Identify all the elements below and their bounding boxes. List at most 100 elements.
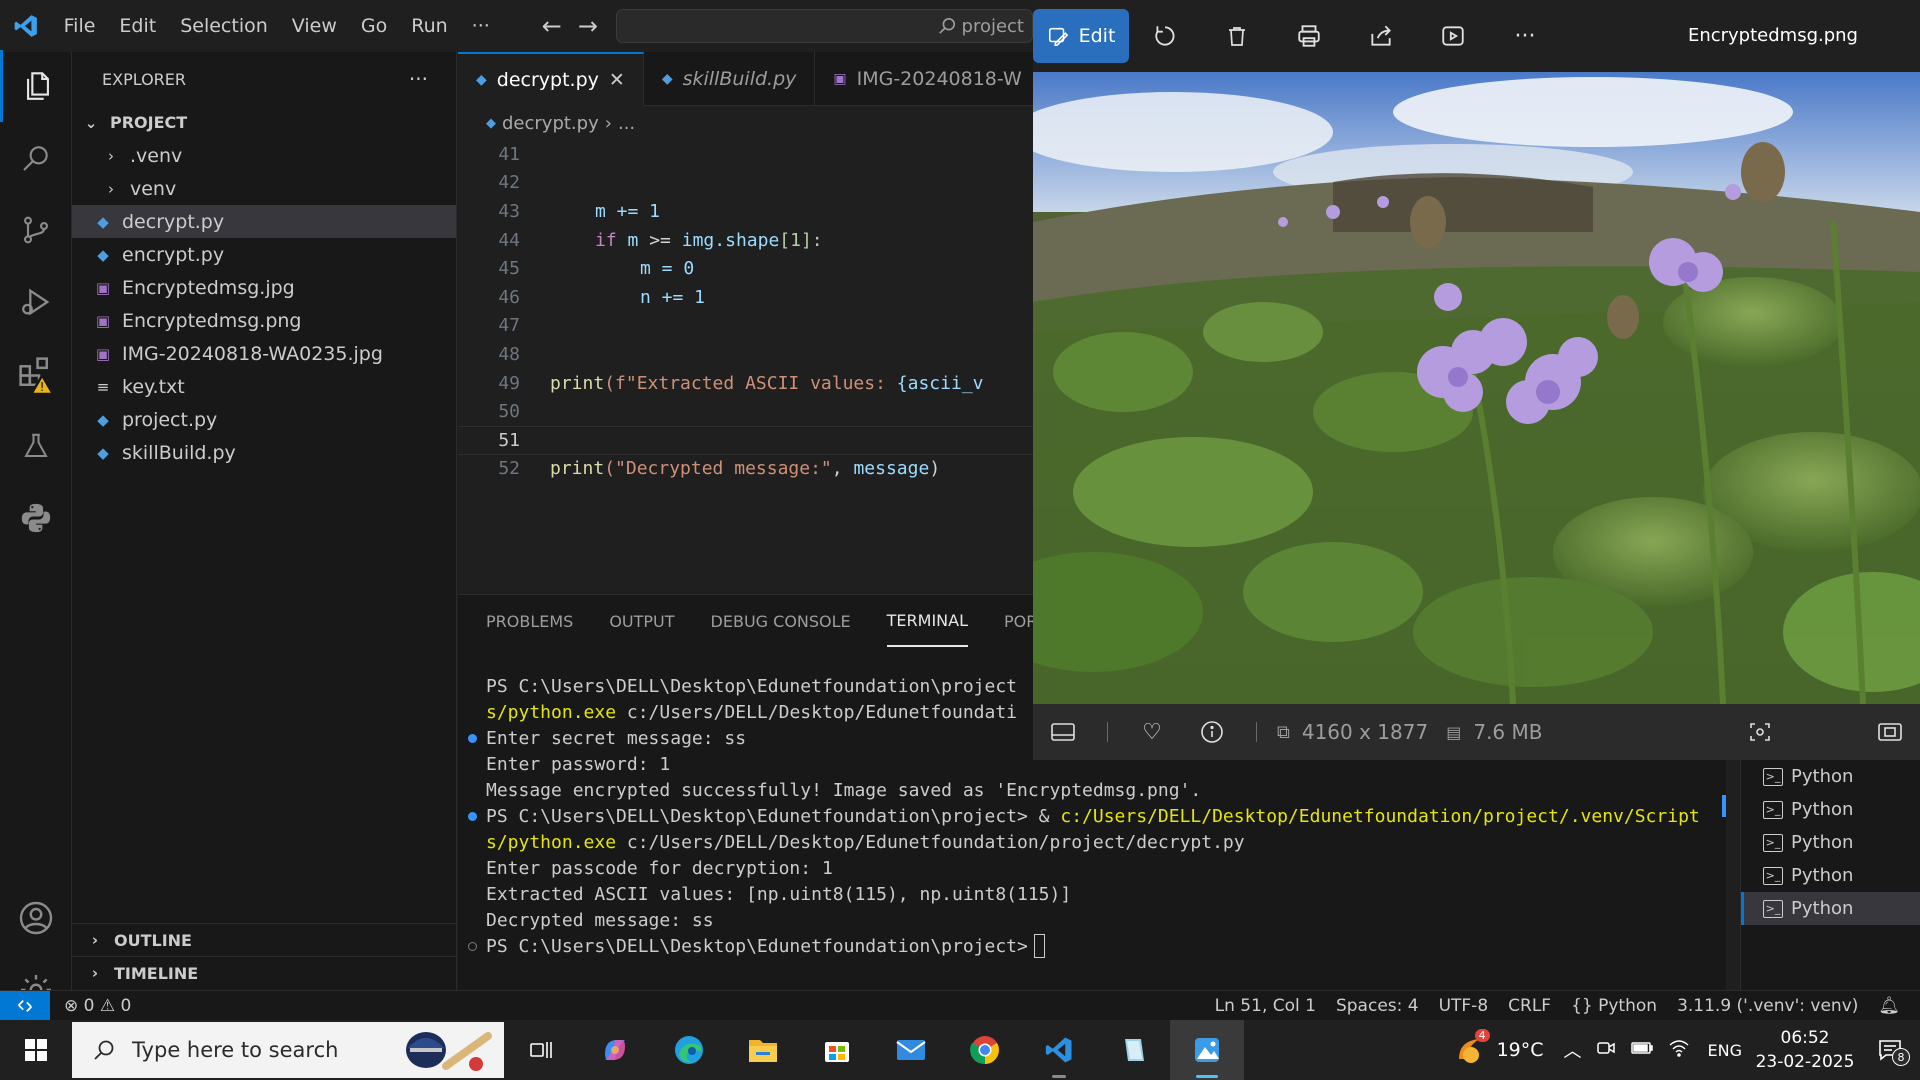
tree-item-key-txt[interactable]: ≡ key.txt bbox=[72, 370, 456, 403]
battery-icon[interactable] bbox=[1630, 1040, 1654, 1061]
start-button[interactable] bbox=[0, 1020, 72, 1080]
mail-app-icon[interactable] bbox=[874, 1020, 948, 1080]
image-dimensions: 4160 x 1877 bbox=[1301, 720, 1429, 744]
encoding[interactable]: UTF-8 bbox=[1429, 996, 1499, 1016]
rotate-icon[interactable] bbox=[1129, 9, 1201, 63]
menu-view[interactable]: View bbox=[280, 0, 349, 52]
terminal-instance[interactable]: >_ Python bbox=[1741, 859, 1920, 892]
more-options-icon[interactable]: ··· bbox=[1489, 9, 1561, 63]
tree-item-skillbuild-py[interactable]: ◆ skillBuild.py bbox=[72, 436, 456, 469]
clock[interactable]: 06:52 23-02-2025 bbox=[1750, 1026, 1860, 1074]
tree-item-decrypt-py[interactable]: ◆ decrypt.py bbox=[72, 205, 456, 238]
error-icon: ⊗ bbox=[64, 995, 79, 1016]
search-icon[interactable] bbox=[0, 122, 72, 194]
extensions-icon[interactable]: ! bbox=[0, 338, 72, 410]
tree-item-venv[interactable]: › venv bbox=[72, 172, 456, 205]
menu-more[interactable]: ··· bbox=[460, 0, 502, 52]
copilot-app-icon[interactable] bbox=[578, 1020, 652, 1080]
tab-terminal[interactable]: TERMINAL bbox=[886, 595, 969, 647]
python-icon[interactable] bbox=[0, 482, 72, 554]
favorite-heart-icon[interactable]: ♡ bbox=[1122, 720, 1182, 745]
command-center-search[interactable]: project bbox=[616, 9, 1033, 43]
run-debug-icon[interactable] bbox=[0, 266, 72, 338]
menu-run[interactable]: Run bbox=[399, 0, 459, 52]
timeline-section[interactable]: › TIMELINE bbox=[72, 956, 457, 989]
file-explorer-icon[interactable] bbox=[726, 1020, 800, 1080]
task-view-icon[interactable] bbox=[504, 1020, 578, 1080]
photo-image[interactable] bbox=[1033, 72, 1920, 704]
notifications-bell-icon[interactable]: 🔔︎ bbox=[1868, 996, 1920, 1016]
notepad-app-icon[interactable] bbox=[1096, 1020, 1170, 1080]
project-folder-header[interactable]: ⌄ PROJECT bbox=[72, 106, 456, 139]
explorer-title: EXPLORER bbox=[102, 69, 186, 89]
delete-icon[interactable] bbox=[1201, 9, 1273, 63]
outline-section[interactable]: › OUTLINE bbox=[72, 923, 457, 956]
photos-app-icon[interactable] bbox=[1170, 1020, 1244, 1080]
menu-file[interactable]: File bbox=[52, 0, 108, 52]
notification-center-icon[interactable]: 8 bbox=[1860, 1038, 1920, 1066]
chrome-browser-icon[interactable] bbox=[948, 1020, 1022, 1080]
explorer-more-icon[interactable]: ··· bbox=[409, 67, 428, 91]
info-icon[interactable] bbox=[1182, 720, 1242, 744]
python-interpreter[interactable]: 3.11.9 ('.venv': venv) bbox=[1667, 996, 1868, 1016]
edit-button[interactable]: Edit bbox=[1033, 9, 1129, 63]
print-icon[interactable] bbox=[1273, 9, 1345, 63]
filmstrip-icon[interactable] bbox=[1033, 721, 1093, 743]
taskbar-search-box[interactable]: Type here to search bbox=[72, 1022, 504, 1078]
problems-indicator[interactable]: ⊗ 0 ⚠ 0 bbox=[54, 996, 141, 1016]
breadcrumb-rest[interactable]: ... bbox=[618, 113, 635, 134]
tab-skillbuild-py[interactable]: ◆ skillBuild.py bbox=[644, 52, 816, 106]
language-indicator[interactable]: ENG bbox=[1708, 1041, 1742, 1060]
menu-edit[interactable]: Edit bbox=[107, 0, 168, 52]
menu-selection[interactable]: Selection bbox=[168, 0, 280, 52]
wifi-icon[interactable] bbox=[1668, 1039, 1690, 1062]
vscode-taskbar-icon[interactable] bbox=[1022, 1020, 1096, 1080]
back-arrow-icon[interactable]: ← bbox=[542, 12, 562, 40]
tree-item-venv-hidden[interactable]: › .venv bbox=[72, 139, 456, 172]
code-keyword: if bbox=[595, 229, 617, 251]
terminal-instance[interactable]: >_ Python bbox=[1741, 793, 1920, 826]
language-mode[interactable]: {} Python bbox=[1561, 996, 1667, 1016]
tab-debug-console[interactable]: DEBUG CONSOLE bbox=[711, 595, 851, 647]
tree-item-project-py[interactable]: ◆ project.py bbox=[72, 403, 456, 436]
explorer-sidebar: EXPLORER ··· ⌄ PROJECT › .venv › venv ◆ … bbox=[72, 52, 457, 990]
meet-now-icon[interactable] bbox=[1596, 1038, 1616, 1063]
tree-item-img-jpg[interactable]: ▣ IMG-20240818-WA0235.jpg bbox=[72, 337, 456, 370]
terminal-instance[interactable]: >_ Python bbox=[1741, 760, 1920, 793]
microsoft-store-icon[interactable] bbox=[800, 1020, 874, 1080]
code-op: , bbox=[831, 458, 854, 480]
testing-icon[interactable] bbox=[0, 410, 72, 482]
slideshow-icon[interactable] bbox=[1417, 9, 1489, 63]
code-area[interactable]: 41 42 43 m += 1 44 if m >= img.shape[1]: 4… bbox=[458, 140, 1033, 483]
breadcrumb-file[interactable]: decrypt.py bbox=[502, 113, 599, 134]
edge-browser-icon[interactable] bbox=[652, 1020, 726, 1080]
chevron-up-icon[interactable]: ︿ bbox=[1564, 1037, 1582, 1063]
tree-item-encryptedmsg-png[interactable]: ▣ Encryptedmsg.png bbox=[72, 304, 456, 337]
python-file-icon: ◆ bbox=[486, 115, 496, 131]
python-file-icon: ◆ bbox=[97, 410, 109, 429]
visual-search-icon[interactable] bbox=[1730, 720, 1790, 744]
menu-go[interactable]: Go bbox=[349, 0, 399, 52]
tree-item-encrypt-py[interactable]: ◆ encrypt.py bbox=[72, 238, 456, 271]
close-icon[interactable]: ✕ bbox=[609, 69, 625, 91]
terminal-instance-active[interactable]: >_ Python bbox=[1741, 892, 1920, 925]
account-icon[interactable] bbox=[0, 882, 72, 954]
weather-widget[interactable]: 4 19°C bbox=[1453, 1029, 1544, 1067]
share-icon[interactable] bbox=[1345, 9, 1417, 63]
indentation[interactable]: Spaces: 4 bbox=[1326, 996, 1429, 1016]
terminal-instance[interactable]: >_ Python bbox=[1741, 826, 1920, 859]
source-control-icon[interactable] bbox=[0, 194, 72, 266]
explorer-icon[interactable] bbox=[0, 50, 72, 122]
line-endings[interactable]: CRLF bbox=[1498, 996, 1561, 1016]
terminal-scrollbar[interactable] bbox=[1722, 795, 1726, 817]
fit-to-window-icon[interactable] bbox=[1860, 721, 1920, 743]
tab-img-jpg[interactable]: ▣ IMG-20240818-W bbox=[815, 52, 1033, 106]
remote-indicator-icon[interactable] bbox=[0, 990, 50, 1021]
tab-decrypt-py[interactable]: ◆ decrypt.py ✕ bbox=[458, 52, 644, 106]
forward-arrow-icon[interactable]: → bbox=[578, 12, 598, 40]
terminal-icon: >_ bbox=[1763, 833, 1783, 852]
tree-item-encryptedmsg-jpg[interactable]: ▣ Encryptedmsg.jpg bbox=[72, 271, 456, 304]
tab-output[interactable]: OUTPUT bbox=[609, 595, 674, 647]
tab-problems[interactable]: PROBLEMS bbox=[486, 595, 573, 647]
cursor-position[interactable]: Ln 51, Col 1 bbox=[1205, 996, 1326, 1016]
